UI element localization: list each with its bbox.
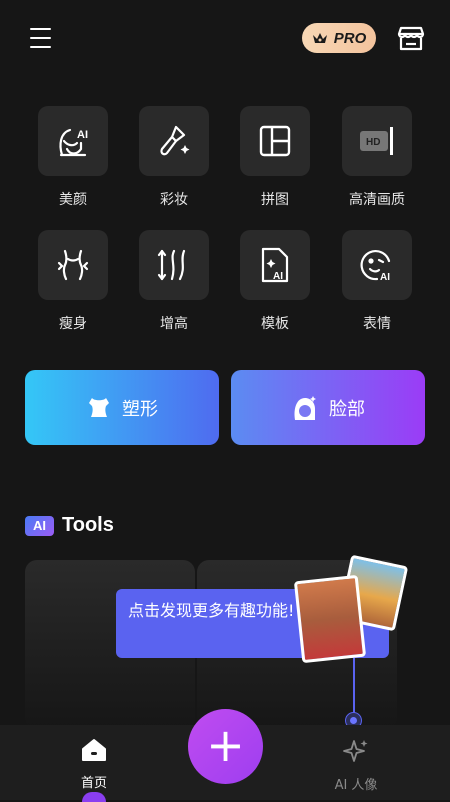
add-button[interactable]: + <box>188 709 263 784</box>
collage-icon <box>259 125 291 157</box>
ai-face-icon: AI <box>59 128 88 157</box>
plus-icon: + <box>206 717 245 772</box>
svg-text:AI: AI <box>77 129 88 141</box>
tile-slim-label: 瘦身 <box>59 316 87 332</box>
ai-tools-header: AI Tools <box>25 514 114 537</box>
menu-icon[interactable] <box>30 28 51 48</box>
sparkle-icon <box>343 740 368 762</box>
tile-expression-label: 表情 <box>363 316 391 332</box>
ai-expression-icon: AI <box>360 249 390 283</box>
tab-home[interactable]: 首页 <box>54 738 134 791</box>
tile-template[interactable]: AI <box>240 230 310 300</box>
height-increase-icon <box>157 249 186 281</box>
body-slim-icon <box>57 249 89 281</box>
body-shape-label: 塑形 <box>122 398 158 420</box>
tab-ai-portrait[interactable]: AI 人像 <box>316 738 396 793</box>
svg-text:HD: HD <box>366 137 380 148</box>
tile-hd[interactable]: HD <box>342 106 412 176</box>
tile-makeup[interactable] <box>139 106 209 176</box>
tile-expression[interactable]: AI <box>342 230 412 300</box>
tile-slim[interactable] <box>38 230 108 300</box>
sample-photo <box>293 574 367 664</box>
face-label: 脸部 <box>329 398 365 420</box>
active-tab-indicator <box>82 792 106 802</box>
hd-icon: HD <box>360 127 393 155</box>
tile-collage-label: 拼图 <box>261 192 289 208</box>
ai-badge: AI <box>25 515 54 536</box>
tab-home-label: 首页 <box>80 776 107 791</box>
tooltip-text: 点击发现更多有趣功能! <box>128 601 295 620</box>
tile-hd-label: 高清画质 <box>349 192 405 208</box>
makeup-brush-icon <box>160 125 190 156</box>
face-button[interactable]: 脸部 <box>231 370 425 445</box>
crown-icon <box>312 33 327 43</box>
ai-template-icon: AI <box>261 247 289 283</box>
svg-text:AI: AI <box>380 272 390 283</box>
tile-height[interactable] <box>139 230 209 300</box>
top-bar: PRO <box>0 0 450 80</box>
face-icon <box>294 395 316 420</box>
home-icon <box>82 739 106 761</box>
pro-label: PRO <box>333 29 367 47</box>
tooltip-pointer-line <box>353 658 355 714</box>
pro-button[interactable]: PRO <box>302 23 376 53</box>
tile-beauty[interactable]: AI <box>38 106 108 176</box>
ai-tools-title: Tools <box>62 514 114 536</box>
svg-text:AI: AI <box>273 271 283 282</box>
tile-beauty-label: 美颜 <box>59 192 87 208</box>
store-icon[interactable] <box>397 24 425 52</box>
tile-height-label: 增高 <box>160 316 188 332</box>
tile-template-label: 模板 <box>261 316 289 332</box>
body-shape-button[interactable]: 塑形 <box>25 370 219 445</box>
body-shape-icon <box>89 397 109 417</box>
tile-collage[interactable] <box>240 106 310 176</box>
tile-makeup-label: 彩妆 <box>160 192 188 208</box>
tab-ai-label: AI 人像 <box>334 778 378 793</box>
